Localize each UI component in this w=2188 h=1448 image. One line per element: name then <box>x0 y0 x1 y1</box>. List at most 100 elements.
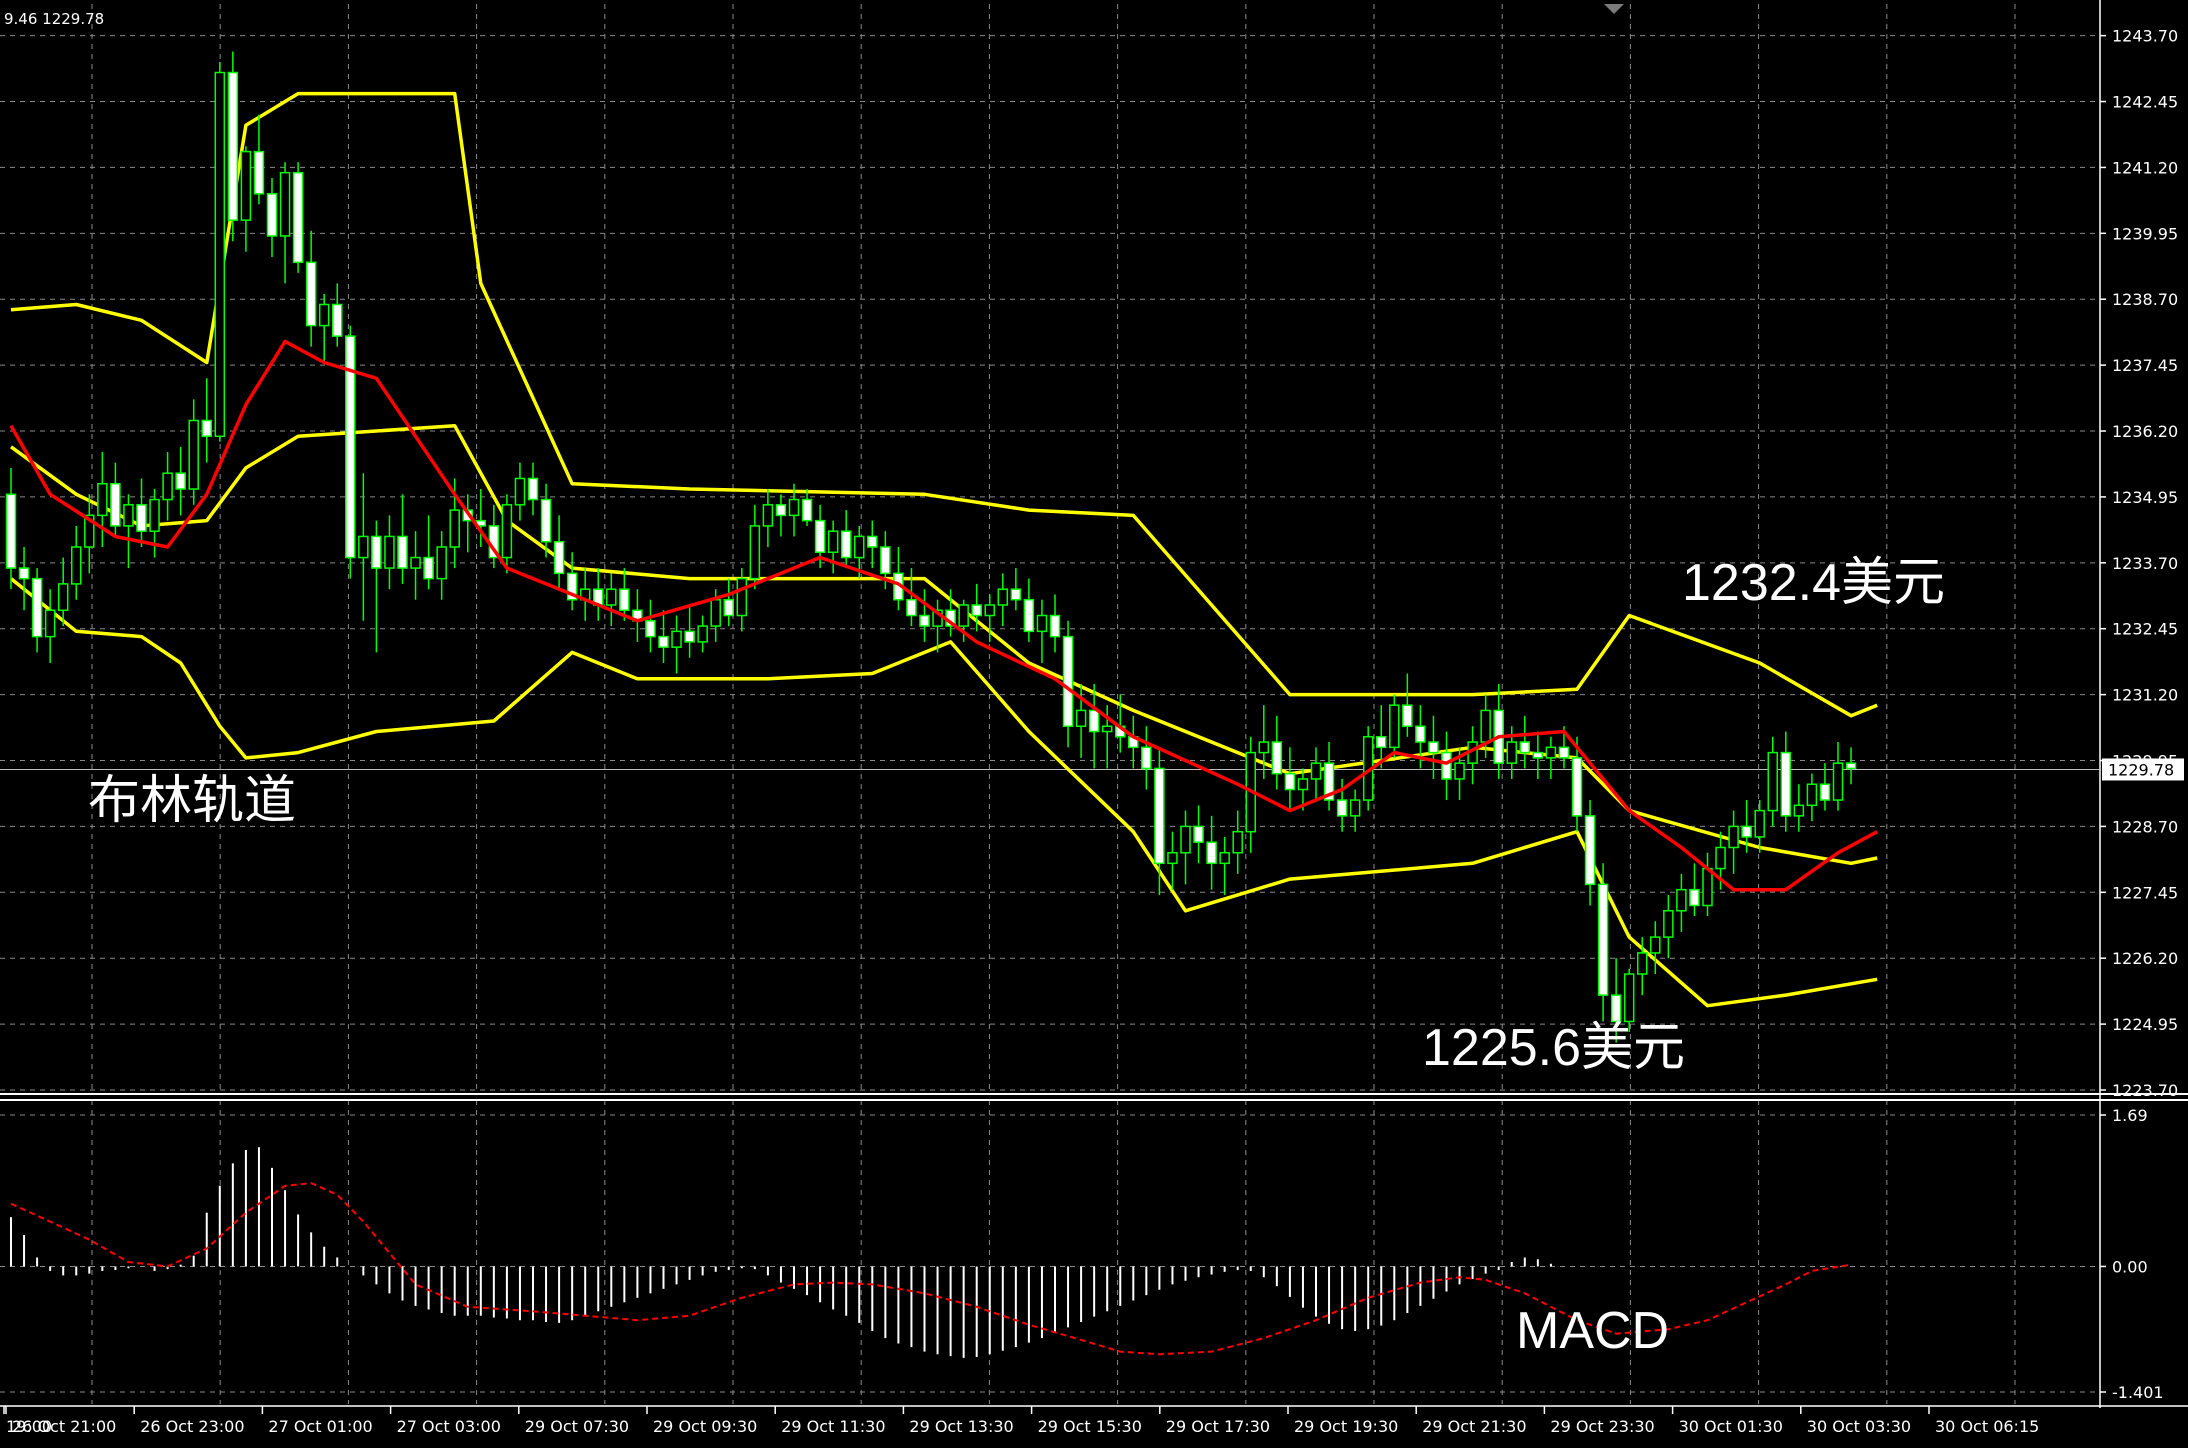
candle-body-bear <box>880 546 891 575</box>
candle-body-bull <box>410 556 421 569</box>
candle-body-bull <box>1728 825 1739 849</box>
candle-body-bull <box>1637 952 1648 975</box>
candle-body-bull <box>1036 614 1048 633</box>
candle-body-bull <box>1754 809 1765 838</box>
candle-body-bear <box>1049 614 1061 638</box>
candle-body-bear <box>1610 994 1622 1023</box>
candle-body-bear <box>1819 783 1831 801</box>
candle-body-bear <box>1558 746 1570 759</box>
candle-body-bull <box>240 150 252 221</box>
candle-body-bear <box>1428 741 1439 754</box>
time-tick-label: 29 Oct 13:30 <box>909 1417 1013 1436</box>
candle[interactable] <box>214 61 226 442</box>
candle-body-bear <box>1271 741 1283 775</box>
price-tick-label: 1241.20 <box>2112 158 2178 177</box>
candle[interactable] <box>292 162 304 273</box>
candle-body-bull <box>854 535 865 559</box>
candle-body-bull <box>1101 725 1113 733</box>
price-tick-label: 1228.70 <box>2112 817 2178 836</box>
price-tick-label: 1239.95 <box>2112 224 2178 243</box>
candle-body-bull <box>1715 846 1726 870</box>
candle[interactable] <box>345 325 356 579</box>
candle-body-bear <box>1023 598 1035 633</box>
candle-body-bear <box>136 504 147 532</box>
price-tick-label: 1237.45 <box>2112 356 2178 375</box>
candle-body-bear <box>1441 751 1452 780</box>
price-tick-label: 1232.45 <box>2112 620 2178 639</box>
candle-body-bear <box>645 620 656 638</box>
candle-body-bear <box>1689 888 1700 907</box>
candle-body-bull <box>1663 910 1674 938</box>
candle-body-bull <box>1623 973 1635 1023</box>
time-tick-label: 29 Oct 19:30 <box>1294 1417 1398 1436</box>
time-tick-label: 29 Oct 23:30 <box>1550 1417 1654 1436</box>
candle-body-bear <box>553 540 565 575</box>
candle-body-bear <box>1062 635 1074 727</box>
candle-body-bear <box>227 71 239 221</box>
time-tick-label: 29 Oct 11:30 <box>781 1417 885 1436</box>
price-tick-label: 1224.95 <box>2112 1015 2178 1034</box>
candle-body-bull <box>1167 852 1178 865</box>
candle-body-bear <box>1336 799 1348 817</box>
time-tick-label: 30 Oct 03:30 <box>1807 1417 1911 1436</box>
candle-body-bull <box>1767 751 1778 812</box>
candle-body-bull <box>997 588 1009 606</box>
candle-body-bear <box>814 519 826 554</box>
candle-body-bear <box>1845 762 1857 770</box>
candle-body-bull <box>958 604 969 627</box>
candle-body-bear <box>305 261 317 327</box>
candle-body-bull <box>162 472 173 501</box>
candle-body-bull <box>318 303 330 327</box>
candle-body-bear <box>292 171 304 264</box>
annotation-macd: MACD <box>1516 1302 1669 1360</box>
price-tick-label: 1231.20 <box>2112 686 2178 705</box>
candle-body-bear <box>1154 767 1165 865</box>
candle-body-bull <box>501 504 513 559</box>
candle-body-bear <box>1780 751 1792 817</box>
price-tick-label: 1227.45 <box>2112 883 2178 902</box>
price-tick-label: 1226.20 <box>2112 949 2178 968</box>
candle-body-bear <box>801 498 813 522</box>
candle-body-bull <box>149 498 160 532</box>
candle-body-bear <box>775 504 787 517</box>
candle-body-bear <box>201 419 212 438</box>
candle-body-bull <box>384 535 395 569</box>
candle-body-bear <box>1584 815 1596 886</box>
macd-tick-label: 0.00 <box>2112 1257 2148 1276</box>
candle-body-bear <box>1519 741 1531 754</box>
candle-body-bear <box>1571 757 1583 817</box>
candle-body-bear <box>867 535 878 548</box>
candle-body-bull <box>1389 704 1400 749</box>
candle-body-bear <box>1206 841 1217 865</box>
candle-body-bear <box>1741 825 1752 838</box>
candle-body-bear <box>1376 736 1387 749</box>
price-tick-label: 1234.95 <box>2112 488 2178 507</box>
candle-body-bear <box>1402 704 1413 727</box>
macd-tick-label: 1.69 <box>2112 1106 2148 1125</box>
candle-body-bull <box>1219 852 1230 865</box>
candle-body-bear <box>906 598 917 617</box>
candle-body-bear <box>1088 709 1100 733</box>
candle-body-bull <box>1075 709 1087 727</box>
candle-body-bull <box>449 509 460 548</box>
candle-body-bull <box>1310 762 1322 780</box>
current-price-label: 1229.78 <box>2102 758 2184 781</box>
candle-body-bull <box>123 504 134 527</box>
macd-tick-label: -1.401 <box>2112 1383 2164 1402</box>
time-tick-label: 29 Oct 09:30 <box>653 1417 757 1436</box>
time-tick-label: 30 Oct 06:15 <box>1935 1417 2039 1436</box>
annotation-bollinger: 布林轨道 <box>88 772 296 830</box>
time-tick-label: 29 Oct 07:30 <box>525 1417 629 1436</box>
candle-body-bear <box>332 303 343 337</box>
time-tick-label: 29 Oct 21:30 <box>1422 1417 1526 1436</box>
price-tick-label: 1236.20 <box>2112 422 2178 441</box>
candle-body-bull <box>1793 804 1805 817</box>
time-tick-label: 29 Oct 17:30 <box>1166 1417 1270 1436</box>
trading-chart[interactable]: 1243.70 1242.45 1241.20 1239.95 1238.70 1237.… <box>0 0 2188 1448</box>
price-tick-label: 1243.70 <box>2112 27 2178 46</box>
candle-body-bear <box>175 472 186 490</box>
candle-body-bull <box>44 609 56 638</box>
candle[interactable] <box>227 51 239 242</box>
candle-body-bull <box>188 419 199 490</box>
candle-body-bull <box>1454 762 1465 780</box>
